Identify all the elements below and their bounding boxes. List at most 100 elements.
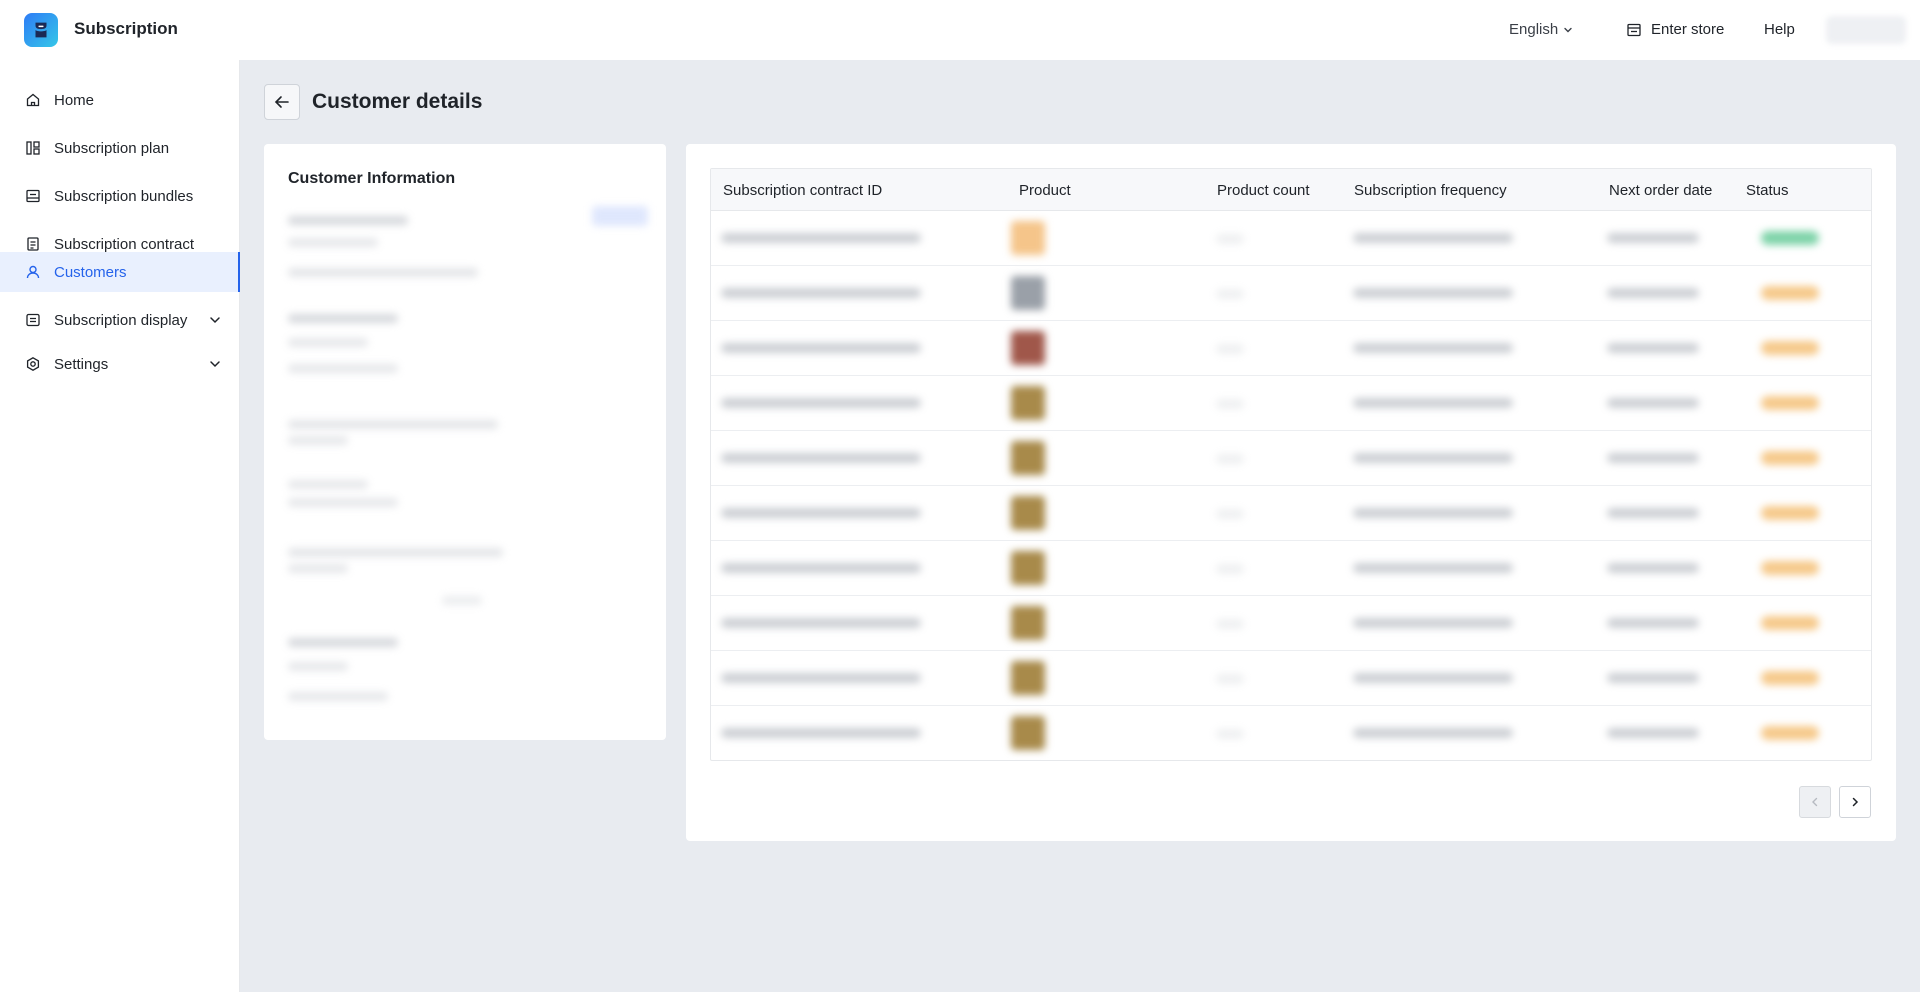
bundle-icon [24, 187, 42, 205]
redacted-text [288, 338, 368, 347]
table-row[interactable] [711, 431, 1871, 486]
next-order-date-cell [1607, 233, 1699, 243]
sidebar-item-settings[interactable]: Settings [0, 344, 240, 384]
table-row[interactable] [711, 706, 1871, 760]
settings-icon [24, 355, 42, 373]
chevron-left-icon [1812, 797, 1818, 807]
frequency-cell [1353, 508, 1513, 518]
sidebar: Home Subscription plan Subscription bund… [0, 60, 240, 992]
table-row[interactable] [711, 211, 1871, 266]
product-count-cell [1216, 674, 1244, 684]
table-row[interactable] [711, 596, 1871, 651]
product-thumbnail [1011, 551, 1045, 585]
contract-icon [24, 235, 42, 253]
app-title: Subscription [74, 19, 178, 38]
next-order-date-cell [1607, 673, 1699, 683]
table-row[interactable] [711, 321, 1871, 376]
next-page-button[interactable] [1839, 786, 1871, 818]
redacted-text [288, 564, 348, 573]
column-header[interactable]: Status [1746, 182, 1789, 199]
account-menu[interactable] [1826, 16, 1906, 44]
product-thumbnail [1011, 276, 1045, 310]
status-badge [1761, 396, 1819, 410]
table-row[interactable] [711, 486, 1871, 541]
column-header[interactable]: Product count [1217, 182, 1310, 199]
product-count-cell [1216, 729, 1244, 739]
arrow-left-icon [274, 96, 289, 108]
column-header[interactable]: Subscription contract ID [723, 182, 882, 199]
redacted-text [288, 498, 398, 507]
back-button[interactable] [264, 84, 300, 120]
subscription-logo-icon [24, 13, 58, 47]
contract-id-cell [721, 563, 921, 573]
next-order-date-cell [1607, 453, 1699, 463]
next-order-date-cell [1607, 508, 1699, 518]
table-row[interactable] [711, 266, 1871, 321]
sidebar-item-subscription-bundles[interactable]: Subscription bundles [0, 176, 240, 216]
sidebar-item-subscription-plan[interactable]: Subscription plan [0, 128, 240, 168]
sidebar-item-label: Customers [54, 263, 127, 281]
redacted-text [288, 692, 388, 701]
previous-page-button[interactable] [1799, 786, 1831, 818]
language-label: English [1509, 21, 1559, 38]
help-link[interactable]: Help [1764, 21, 1795, 38]
page-title: Customer details [312, 90, 483, 113]
next-order-date-cell [1607, 343, 1699, 353]
contract-id-cell [721, 618, 921, 628]
product-count-cell [1216, 344, 1244, 354]
next-order-date-cell [1607, 398, 1699, 408]
frequency-cell [1353, 343, 1513, 353]
redacted-text [442, 596, 482, 605]
product-thumbnail [1011, 331, 1045, 365]
contract-id-cell [721, 233, 921, 243]
status-badge [1761, 726, 1819, 740]
status-badge [1761, 231, 1819, 245]
column-header[interactable]: Product [1019, 182, 1071, 199]
redacted-text [288, 638, 398, 647]
contract-id-cell [721, 673, 921, 683]
edit-button[interactable] [592, 206, 648, 226]
frequency-cell [1353, 288, 1513, 298]
product-thumbnail [1011, 661, 1045, 695]
table-row[interactable] [711, 541, 1871, 596]
product-thumbnail [1011, 716, 1045, 750]
sidebar-item-home[interactable]: Home [0, 80, 240, 120]
column-header[interactable]: Subscription frequency [1354, 182, 1507, 199]
redacted-text [288, 436, 348, 445]
enter-store-button[interactable]: Enter store [1626, 21, 1724, 38]
redacted-text [288, 238, 378, 247]
redacted-text [288, 420, 498, 429]
table-row[interactable] [711, 376, 1871, 431]
product-count-cell [1216, 399, 1244, 409]
frequency-cell [1353, 453, 1513, 463]
contract-id-cell [721, 343, 921, 353]
status-badge [1761, 616, 1819, 630]
contract-id-cell [721, 398, 921, 408]
redacted-text [288, 662, 348, 671]
product-thumbnail [1011, 606, 1045, 640]
product-count-cell [1216, 454, 1244, 464]
sidebar-item-label: Settings [54, 355, 109, 373]
product-count-cell [1216, 289, 1244, 299]
language-selector[interactable]: English [1509, 21, 1574, 38]
next-order-date-cell [1607, 618, 1699, 628]
frequency-cell [1353, 233, 1513, 243]
table-header: Subscription contract ID Product Product… [711, 169, 1871, 211]
redacted-text [288, 268, 478, 277]
table-row[interactable] [711, 651, 1871, 706]
display-icon [24, 311, 42, 329]
frequency-cell [1353, 673, 1513, 683]
column-header[interactable]: Next order date [1609, 182, 1712, 199]
subscriptions-table-card: Subscription contract ID Product Product… [686, 144, 1896, 841]
sidebar-item-customers[interactable]: Customers [0, 252, 240, 292]
product-thumbnail [1011, 386, 1045, 420]
sidebar-item-subscription-display[interactable]: Subscription display [0, 300, 240, 340]
store-icon [1627, 23, 1641, 36]
status-badge [1761, 341, 1819, 355]
product-count-cell [1216, 564, 1244, 574]
redacted-text [288, 364, 398, 373]
frequency-cell [1353, 618, 1513, 628]
chevron-down-icon [210, 317, 220, 324]
sidebar-item-label: Home [54, 91, 95, 109]
chevron-down-icon [1564, 27, 1572, 32]
